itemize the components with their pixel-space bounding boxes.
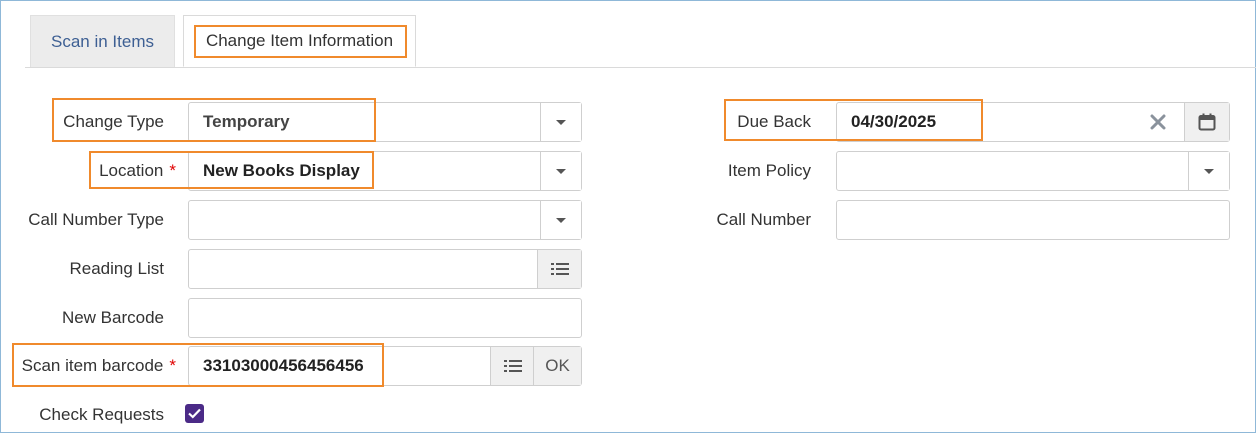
- tab-scan-in-items[interactable]: Scan in Items: [30, 15, 175, 67]
- new-barcode-label: New Barcode: [61, 308, 164, 327]
- check-requests-label: Check Requests: [39, 405, 164, 424]
- location-dropdown-button[interactable]: [540, 152, 581, 190]
- reading-list-label: Reading List: [69, 259, 164, 278]
- tab-label: Scan in Items: [51, 31, 154, 51]
- list-icon: [550, 263, 569, 275]
- item-policy-dropdown-button[interactable]: [1188, 152, 1229, 190]
- clear-date-button[interactable]: [1143, 103, 1173, 141]
- scan-item-barcode-label: Scan item barcode *: [21, 356, 176, 375]
- clear-x-icon: [1150, 114, 1166, 130]
- tab-divider: [25, 67, 1256, 68]
- call-number-type-select[interactable]: [188, 200, 582, 240]
- item-policy-select[interactable]: [836, 151, 1230, 191]
- tab-label: Change Item Information: [205, 31, 394, 50]
- location-label: Location *: [99, 161, 176, 180]
- reading-list-lookup-button[interactable]: [537, 250, 581, 288]
- calendar-button[interactable]: [1184, 103, 1229, 141]
- due-back-value: 04/30/2025: [851, 112, 937, 131]
- ok-button[interactable]: OK: [533, 347, 581, 385]
- due-back-label: Due Back: [737, 112, 811, 131]
- due-back-date-input[interactable]: 04/30/2025: [836, 102, 1230, 142]
- scan-item-barcode-value: 33103000456456456: [203, 356, 364, 375]
- new-barcode-input[interactable]: [188, 298, 582, 338]
- chevron-down-icon: [1204, 168, 1214, 174]
- tab-change-item-information[interactable]: Change Item Information: [183, 15, 416, 67]
- scan-item-barcode-input[interactable]: 33103000456456456 OK: [188, 346, 582, 386]
- list-icon: [503, 360, 522, 372]
- item-policy-label: Item Policy: [727, 161, 811, 180]
- check-requests-checkbox[interactable]: [185, 404, 204, 423]
- calendar-icon: [1198, 113, 1216, 131]
- location-value: New Books Display: [203, 161, 360, 180]
- call-number-input[interactable]: [836, 200, 1230, 240]
- location-select[interactable]: New Books Display: [188, 151, 582, 191]
- call-number-type-label: Call Number Type: [28, 210, 164, 229]
- checkmark-icon: [188, 408, 201, 419]
- change-type-select[interactable]: Temporary: [188, 102, 582, 142]
- call-number-label: Call Number: [716, 210, 811, 229]
- reading-list-input[interactable]: [188, 249, 582, 289]
- call-number-type-dropdown-button[interactable]: [540, 201, 581, 239]
- change-type-dropdown-button[interactable]: [540, 103, 581, 141]
- change-type-value: Temporary: [203, 112, 290, 131]
- chevron-down-icon: [556, 119, 566, 125]
- chevron-down-icon: [556, 168, 566, 174]
- change-type-label: Change Type: [63, 112, 164, 131]
- barcode-lookup-button[interactable]: [490, 347, 534, 385]
- chevron-down-icon: [556, 217, 566, 223]
